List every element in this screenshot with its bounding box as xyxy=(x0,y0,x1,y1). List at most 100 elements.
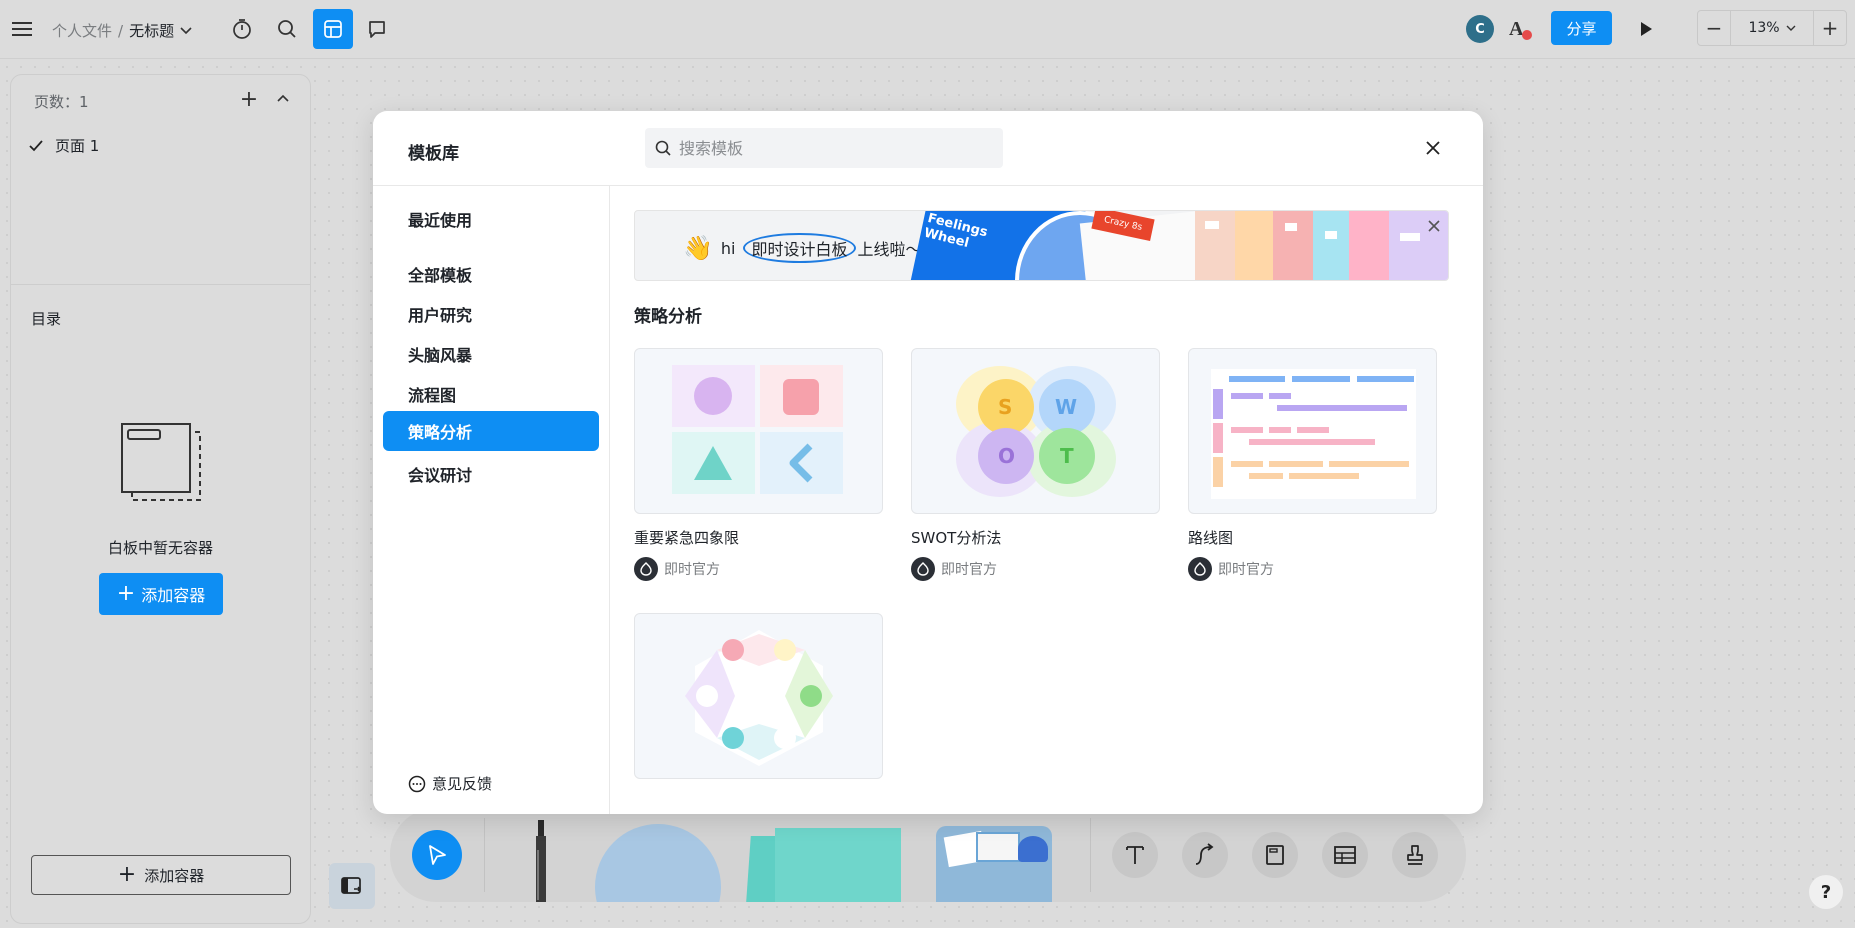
pages-count: 页数：1 xyxy=(34,93,89,111)
banner-suffix: 上线啦～ xyxy=(857,240,922,259)
category-strategy[interactable]: 策略分析 xyxy=(383,411,599,451)
swot-letter-t: T xyxy=(1060,444,1074,468)
template-card[interactable]: S W O T xyxy=(911,348,1160,514)
sticky-note-tool[interactable] xyxy=(775,828,901,902)
template-thumbnail xyxy=(1211,369,1416,499)
category-meeting[interactable]: 会议研讨 xyxy=(408,462,472,486)
add-page-icon[interactable]: + xyxy=(237,87,261,112)
template-library-icon[interactable] xyxy=(313,9,353,49)
zoom-level-value: 13% xyxy=(1748,20,1780,36)
page-item-label: 页面 1 xyxy=(55,137,100,155)
stamp-icon xyxy=(1407,845,1423,865)
template-card[interactable] xyxy=(1188,348,1437,514)
banner-sticky-graphic xyxy=(1195,211,1448,280)
divider xyxy=(11,284,310,285)
template-thumbnail xyxy=(672,365,843,494)
template-card[interactable] xyxy=(634,348,883,514)
add-container-bottom-label: 添加容器 xyxy=(144,866,205,885)
template-name: 重要紧急四象限 xyxy=(634,529,740,547)
comment-icon[interactable] xyxy=(358,10,396,48)
announcement-banner[interactable]: 👋 hi 即时设计白板 上线啦～ Feelings Wheel Crazy 8s xyxy=(634,210,1449,281)
breadcrumb: 个人文件 / 无标题 xyxy=(52,20,192,41)
check-icon xyxy=(29,139,43,151)
category-all[interactable]: 全部模板 xyxy=(408,262,472,286)
menu-icon[interactable] xyxy=(3,10,41,48)
stamp-tool-button[interactable] xyxy=(1392,832,1438,878)
banner-highlight: 即时设计白板 xyxy=(743,233,856,263)
breadcrumb-separator: / xyxy=(118,21,124,40)
divider xyxy=(1090,818,1091,892)
banner-text: 👋 hi 即时设计白板 上线啦～ xyxy=(683,233,922,263)
category-flowchart[interactable]: 流程图 xyxy=(408,382,456,406)
template-name: SWOT分析法 xyxy=(911,529,1002,547)
share-button[interactable]: 分享 xyxy=(1551,11,1612,45)
empty-container-icon xyxy=(121,423,201,501)
zoom-control: − 13% + xyxy=(1697,10,1847,46)
template-search[interactable] xyxy=(645,128,1003,168)
play-icon[interactable] xyxy=(1627,10,1665,48)
font-alert-icon[interactable]: A xyxy=(1501,10,1539,48)
material-library-tool[interactable] xyxy=(936,826,1052,902)
pen-tool[interactable] xyxy=(534,820,548,902)
category-recent[interactable]: 最近使用 xyxy=(408,207,472,231)
container-tool-button[interactable] xyxy=(1252,832,1298,878)
divider xyxy=(373,185,1483,186)
zoom-in-button[interactable]: + xyxy=(1814,11,1846,45)
toc-title: 目录 xyxy=(31,310,62,328)
banner-greeting: hi xyxy=(720,238,736,258)
panel-toggle-icon xyxy=(341,877,361,894)
close-icon[interactable] xyxy=(1427,219,1441,233)
material-card xyxy=(1018,836,1048,862)
text-tool-button[interactable] xyxy=(1112,832,1158,878)
user-avatar[interactable]: C xyxy=(1466,15,1494,43)
add-container-button[interactable]: + 添加容器 xyxy=(99,573,223,615)
feedback-link[interactable]: 意见反馈 xyxy=(408,773,492,794)
zoom-level-dropdown[interactable]: 13% xyxy=(1730,11,1814,45)
top-bar: 个人文件 / 无标题 C A 分享 − 13% + xyxy=(0,0,1855,59)
table-icon xyxy=(1334,846,1356,864)
category-user-research[interactable]: 用户研究 xyxy=(408,302,472,326)
help-button[interactable]: ? xyxy=(1809,875,1843,909)
template-card[interactable] xyxy=(634,613,883,779)
container-icon xyxy=(1266,845,1284,865)
wave-icon: 👋 xyxy=(683,234,713,262)
feedback-label: 意见反馈 xyxy=(432,775,493,793)
breadcrumb-root[interactable]: 个人文件 xyxy=(52,20,112,41)
chevron-down-icon xyxy=(1786,25,1796,31)
plus-icon: + xyxy=(117,862,137,887)
connector-tool-button[interactable] xyxy=(1182,832,1228,878)
template-author-name: 即时官方 xyxy=(664,562,720,578)
select-tool-button[interactable] xyxy=(412,830,462,880)
file-title[interactable]: 无标题 xyxy=(129,20,174,41)
feedback-icon xyxy=(408,775,426,792)
close-icon[interactable] xyxy=(1418,133,1448,163)
template-author: 即时官方 xyxy=(911,557,997,581)
table-tool-button[interactable] xyxy=(1322,832,1368,878)
chevron-down-icon[interactable] xyxy=(180,26,192,35)
add-container-label: 添加容器 xyxy=(141,586,206,605)
search-input[interactable] xyxy=(679,138,979,158)
swot-letter-s: S xyxy=(998,395,1013,419)
zoom-out-button[interactable]: − xyxy=(1698,11,1730,45)
template-library-modal: 模板库 最近使用 全部模板 用户研究 头脑风暴 流程图 策略分析 会议研讨 意见… xyxy=(373,111,1483,814)
modal-title: 模板库 xyxy=(408,144,459,164)
add-container-bottom-button[interactable]: + 添加容器 xyxy=(31,855,291,895)
template-author: 即时官方 xyxy=(634,557,720,581)
page-list-item[interactable]: 页面 1 xyxy=(29,135,99,156)
panel-toggle-button[interactable] xyxy=(329,863,375,909)
shape-tool[interactable] xyxy=(595,824,721,902)
template-author-name: 即时官方 xyxy=(1218,562,1274,578)
template-author: 即时官方 xyxy=(1188,557,1274,581)
template-name: 路线图 xyxy=(1188,529,1234,547)
chevron-up-icon[interactable] xyxy=(273,89,293,109)
divider xyxy=(609,186,610,814)
template-author-name: 即时官方 xyxy=(941,562,997,578)
search-icon[interactable] xyxy=(268,10,306,48)
timer-icon[interactable] xyxy=(223,10,261,48)
category-brainstorm[interactable]: 头脑风暴 xyxy=(408,342,472,366)
search-icon xyxy=(655,140,671,156)
text-icon xyxy=(1126,846,1144,864)
material-card xyxy=(976,832,1020,862)
divider xyxy=(484,818,485,892)
bottom-toolbar xyxy=(390,808,1466,902)
